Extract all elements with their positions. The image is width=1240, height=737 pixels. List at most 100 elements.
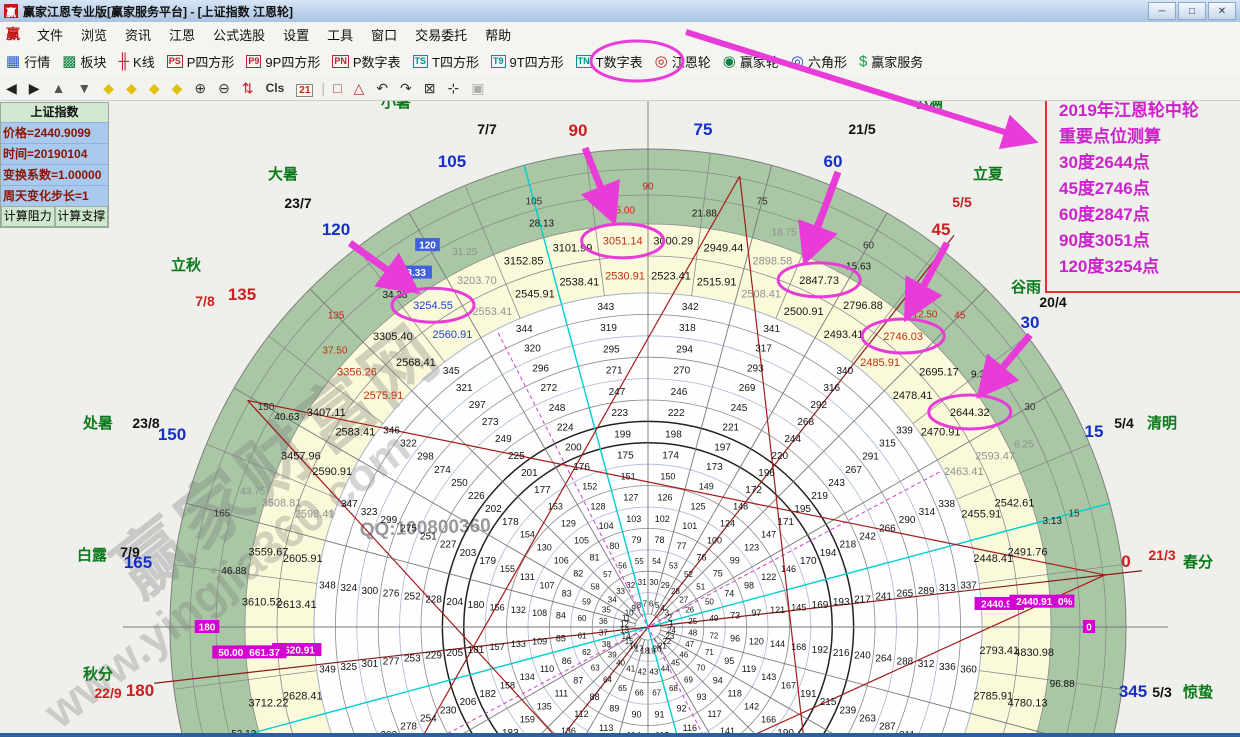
price-scale-button[interactable]: ⇅ — [236, 79, 260, 98]
wheel-number: 175 — [617, 450, 634, 461]
wheel-number: 324 — [340, 583, 357, 594]
wheel-number: 100 — [707, 535, 722, 545]
wheel-number: 81 — [589, 552, 599, 562]
sectors-button[interactable]: ▩板块 — [56, 49, 112, 74]
draw-triangle-button[interactable]: △ — [348, 79, 371, 98]
wheel-number: 278 — [400, 722, 417, 733]
wheel-number: 90 — [642, 182, 654, 193]
delete-box-button[interactable]: ⊠ — [418, 79, 442, 98]
wheel-number: 103 — [626, 514, 641, 524]
wheel-number: 158 — [500, 680, 515, 690]
menu-item-10[interactable]: 帮助 — [476, 22, 520, 47]
wheel-number: 85 — [556, 634, 566, 644]
rotate-down-button[interactable]: ▼ — [71, 79, 97, 97]
wheel-number: 69 — [684, 676, 693, 685]
menu-item-7[interactable]: 工具 — [318, 22, 362, 47]
wheel-number: 41 — [626, 664, 635, 673]
wheel-number: 251 — [420, 532, 437, 543]
wheel-number: 71 — [705, 648, 714, 657]
wheel-number: 28 — [671, 587, 680, 596]
p-table-button[interactable]: PNP数字表 — [326, 49, 406, 74]
wheel-number: 288 — [897, 656, 914, 667]
gann-wheel-button-label: 江恩轮 — [672, 52, 711, 71]
calc-support-button[interactable]: 计算支撑 — [55, 206, 109, 227]
wheel-number: 44 — [661, 664, 670, 673]
gann-wheel-button[interactable]: ◎江恩轮 — [649, 49, 717, 74]
wheel-number: 197 — [714, 442, 731, 453]
9t-square-button[interactable]: T99T四方形 — [485, 49, 570, 74]
next-button[interactable]: ▶ — [23, 79, 46, 98]
t-square-button[interactable]: TST四方形 — [407, 49, 485, 74]
rotate-up-button[interactable]: ▲ — [46, 79, 72, 97]
pan-down-button[interactable]: ◆ — [166, 79, 189, 98]
date-label: 5/5 — [952, 194, 972, 210]
wheel-number: 2523.41 — [651, 271, 691, 283]
pan-up-button[interactable]: ◆ — [143, 79, 166, 98]
wheel-number: 68 — [669, 684, 678, 693]
wheel-number: 95 — [724, 656, 734, 666]
p9-badge-icon: P9 — [246, 55, 261, 68]
winner-wheel-button[interactable]: ◉赢家轮 — [717, 49, 785, 74]
menu-item-1[interactable]: 文件 — [28, 22, 72, 47]
close-button[interactable]: ✕ — [1208, 2, 1236, 20]
t-table-button[interactable]: TNT数字表 — [570, 49, 649, 74]
wheel-number: 266 — [879, 523, 896, 534]
calc-resistance-button[interactable]: 计算阻力 — [1, 206, 55, 227]
winner-service-button[interactable]: $赢家服务 — [853, 49, 929, 74]
wheel-number: 244 — [784, 434, 801, 445]
wheel-number: 151 — [621, 471, 636, 481]
wheel-number: 180 — [468, 600, 485, 611]
menu-item-6[interactable]: 设置 — [274, 22, 318, 47]
menu-item-8[interactable]: 窗口 — [362, 22, 406, 47]
wheel-number: 124 — [720, 518, 735, 528]
rotate-ccw-button[interactable]: ↶ — [370, 79, 394, 98]
calendar-button[interactable]: 21 — [290, 79, 319, 97]
quotes-button[interactable]: ▦行情 — [0, 49, 56, 74]
hexagon-button[interactable]: ◎六角形 — [785, 49, 853, 74]
rotate-cw-button[interactable]: ↷ — [394, 79, 418, 98]
wheel-number: 167 — [781, 680, 796, 690]
cls-button[interactable]: Cls — [260, 80, 291, 96]
wheel-number: 93 — [697, 692, 707, 702]
annotation-line-3: 30度2644点 — [1059, 150, 1240, 176]
kline-button[interactable]: ╫K线 — [112, 49, 160, 74]
center-button[interactable]: ⊹ — [442, 79, 466, 98]
wheel-number: 150 — [258, 402, 275, 413]
wheel-number: 110 — [540, 664, 554, 674]
wheel-number: 246 — [671, 387, 688, 398]
zoom-out-button[interactable]: ⊖ — [212, 79, 236, 98]
menu-item-5[interactable]: 公式选股 — [204, 22, 274, 47]
pan-left-button[interactable]: ◆ — [97, 79, 120, 98]
outer-degree-label: 0 — [1121, 552, 1130, 571]
wheel-number: 2560.91 — [433, 329, 473, 341]
wheel-number: 272 — [541, 383, 558, 394]
capture-button[interactable]: ▣ — [465, 79, 490, 98]
wheel-number: 263 — [859, 713, 876, 724]
wheel-number: 147 — [761, 530, 776, 540]
wheel-number: 269 — [739, 383, 756, 394]
prev-button[interactable]: ◀ — [0, 79, 23, 98]
zoom-in-button[interactable]: ⊕ — [188, 79, 212, 98]
menu-item-2[interactable]: 浏览 — [72, 22, 116, 47]
menu-item-3[interactable]: 资讯 — [116, 22, 160, 47]
minimize-button[interactable]: ─ — [1148, 2, 1176, 20]
wheel-number: 264 — [875, 654, 892, 665]
menu-item-4[interactable]: 江恩 — [160, 22, 204, 47]
9p-square-button[interactable]: P99P四方形 — [240, 49, 326, 74]
wheel-number: 195 — [794, 504, 811, 515]
wheel-number: 2746.03 — [883, 331, 923, 343]
wheel-number: 88 — [589, 692, 599, 702]
wheel-number: 2598.41 — [295, 509, 335, 521]
app-window: 赢家财富网www.yingjia360.comQQ:10080036012345… — [0, 0, 1240, 737]
wheel-number: 289 — [918, 586, 935, 597]
maximize-button[interactable]: □ — [1178, 2, 1206, 20]
wheel-number: 33.33 — [401, 268, 426, 279]
draw-rect-button[interactable]: □ — [327, 79, 347, 97]
menu-bar: 赢 文件浏览资讯江恩公式选股设置工具窗口交易委托帮助 — [0, 22, 1240, 47]
pan-right-button[interactable]: ◆ — [120, 79, 143, 98]
wheel-number: 143 — [761, 672, 776, 682]
p-square-button[interactable]: PSP四方形 — [161, 49, 241, 74]
menu-item-9[interactable]: 交易委托 — [406, 22, 476, 47]
wheel-number: 339 — [896, 426, 913, 437]
wheel-number: 26 — [685, 606, 694, 615]
